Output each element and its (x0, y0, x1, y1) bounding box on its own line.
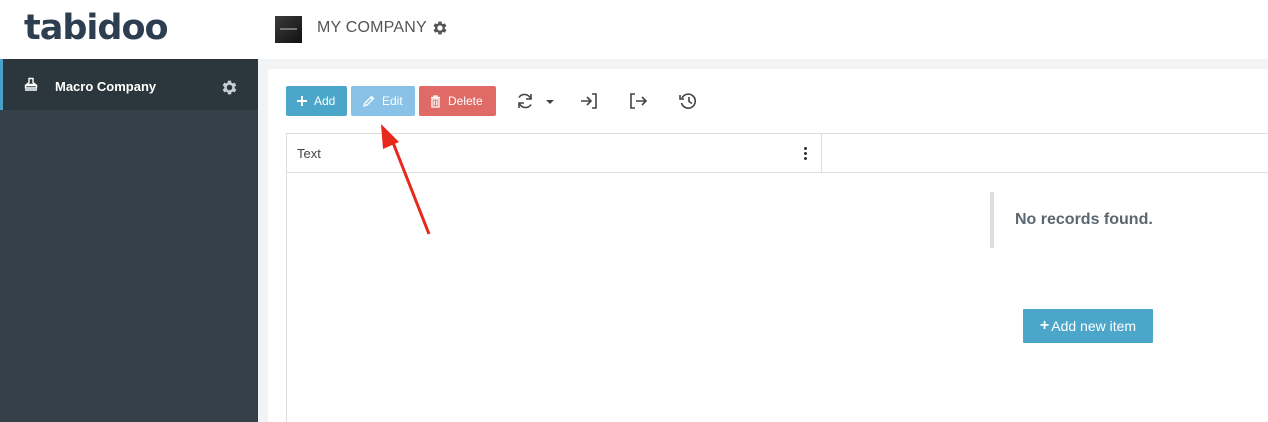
history-icon[interactable] (678, 92, 698, 110)
empty-state-message: No records found. (1015, 211, 1153, 228)
column-header-text[interactable]: Text (287, 134, 822, 173)
sidebar-item-label: Macro Company (55, 79, 157, 94)
plus-icon (297, 96, 307, 106)
sidebar: Macro Company (0, 59, 258, 422)
pencil-icon (362, 95, 375, 107)
delete-button-label: Delete (448, 94, 483, 108)
refresh-icon[interactable] (515, 92, 535, 110)
plus-icon: + (1039, 317, 1050, 334)
delete-button[interactable]: Delete (419, 86, 496, 116)
company-name[interactable]: MY COMPANY (317, 19, 427, 37)
grid-header: Text (287, 134, 1268, 173)
gear-icon[interactable] (431, 19, 449, 37)
data-grid: Text (286, 133, 1268, 422)
add-new-item-label: Add new item (1051, 318, 1137, 334)
empty-state: No records found. (990, 192, 1230, 248)
gear-icon[interactable] (220, 78, 239, 97)
top-header: tabidoo MY COMPANY (0, 0, 1268, 59)
add-new-item-button[interactable]: + Add new item (1023, 309, 1153, 343)
sidebar-item-macro-company[interactable]: Macro Company (0, 59, 258, 110)
chevron-down-icon[interactable] (544, 92, 556, 110)
export-icon[interactable] (628, 92, 648, 110)
logo-text: tabidoo (24, 8, 169, 48)
edit-button-label: Edit (382, 94, 403, 108)
tabidoo-logo[interactable]: tabidoo (24, 8, 169, 48)
column-menu-icon[interactable] (800, 146, 810, 162)
column-header-label: Text (297, 146, 321, 161)
trash-icon (431, 94, 440, 108)
add-button[interactable]: Add (286, 86, 347, 116)
add-button-label: Add (314, 94, 336, 108)
import-icon[interactable] (579, 92, 599, 110)
company-thumbnail[interactable] (275, 16, 302, 43)
stamp-icon (24, 77, 38, 91)
edit-button[interactable]: Edit (351, 86, 415, 116)
